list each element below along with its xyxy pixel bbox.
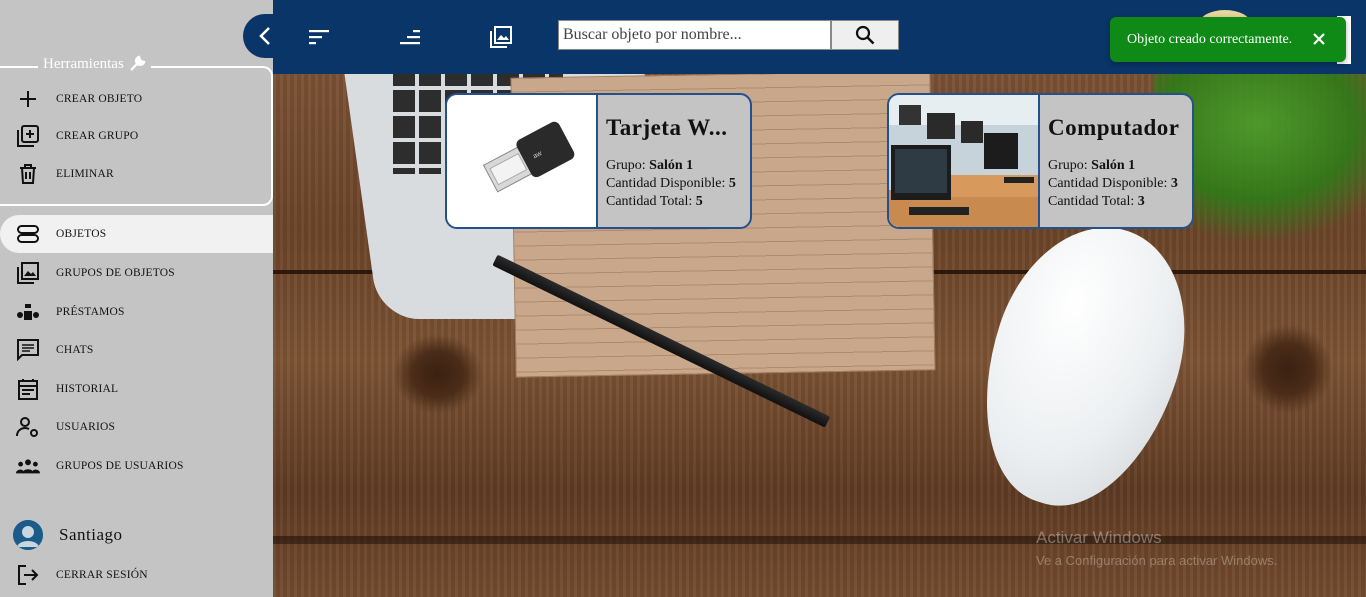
sort-right-icon [400, 30, 420, 45]
logout-button[interactable]: CERRAR SESIÓN [0, 556, 273, 594]
toast-message: Objeto creado correctamente. [1127, 31, 1293, 47]
add-to-library-icon [16, 124, 40, 148]
create-object-label: CREAR OBJETO [56, 93, 143, 105]
avatar[interactable] [13, 520, 43, 550]
create-group-button[interactable]: CREAR GRUPO [0, 117, 273, 155]
groups-icon [16, 454, 40, 478]
sidebar-item-grupos-objetos[interactable]: GRUPOS DE OBJETOS [0, 254, 273, 292]
chat-icon [16, 338, 40, 362]
sidebar-item-chats[interactable]: CHATS [0, 331, 273, 369]
card-image-computer-lab [889, 95, 1040, 227]
sort-right-button[interactable] [395, 22, 425, 52]
mouse-image [951, 202, 1216, 531]
logout-label: CERRAR SESIÓN [56, 569, 148, 581]
sidebar-item-label: USUARIOS [56, 421, 116, 433]
sidebar-item-grupos-usuarios[interactable]: GRUPOS DE USUARIOS [0, 447, 273, 485]
search-icon [855, 25, 875, 45]
user-settings-icon [16, 415, 40, 439]
trash-icon [16, 162, 40, 186]
card-group-row: Grupo: Salón 1 [606, 158, 694, 173]
sidebar-item-historial[interactable]: HISTORIAL [0, 370, 273, 408]
card-group-row: Grupo: Salón 1 [1048, 158, 1136, 173]
sidebar-item-label: OBJETOS [56, 228, 107, 240]
card-available-row: Cantidad Disponible: 5 [606, 176, 736, 191]
success-toast: Objeto creado correctamente. [1110, 17, 1346, 62]
delete-label: ELIMINAR [56, 168, 114, 180]
plus-icon [16, 87, 40, 111]
objects-icon [16, 222, 40, 246]
card-title: Tarjeta W... [606, 115, 728, 140]
delete-button[interactable]: ELIMINAR [0, 155, 273, 193]
loans-icon [16, 300, 40, 324]
object-card[interactable]: aw Tarjeta W... Grupo: Salón 1 Cantidad … [445, 93, 752, 229]
sidebar-item-prestamos[interactable]: PRÉSTAMOS [0, 293, 273, 331]
sidebar-item-usuarios[interactable]: USUARIOS [0, 408, 273, 446]
windows-watermark-subtitle: Ve a Configuración para activar Windows. [1036, 553, 1278, 568]
photo-library-icon [16, 261, 40, 285]
sidebar-item-label: GRUPOS DE USUARIOS [56, 460, 184, 472]
windows-watermark-title: Activar Windows [1036, 528, 1162, 547]
sidebar: Herramientas CREAR OBJETO CREAR GRUPO EL… [0, 0, 273, 597]
sidebar-item-label: PRÉSTAMOS [56, 306, 125, 318]
tools-panel-title: Herramientas [38, 55, 151, 73]
object-card[interactable]: Computador Grupo: Salón 1 Cantidad Dispo… [887, 93, 1194, 229]
sort-icon [309, 30, 329, 45]
card-total-row: Cantidad Total: 3 [1048, 194, 1145, 209]
logout-icon [16, 563, 40, 587]
tools-title-label: Herramientas [43, 55, 124, 72]
calendar-icon [16, 377, 40, 401]
create-object-button[interactable]: CREAR OBJETO [0, 80, 273, 118]
search-button[interactable] [831, 20, 899, 50]
chevron-left-icon [259, 27, 270, 45]
image-gallery-icon [490, 26, 512, 48]
card-total-row: Cantidad Total: 5 [606, 194, 703, 209]
card-image-usb-adapter: aw [447, 95, 598, 227]
background-desk-image: Activar Windows Ve a Configuración para … [273, 74, 1366, 597]
close-icon[interactable] [1309, 29, 1329, 49]
card-title: Computador [1048, 115, 1180, 140]
wrench-icon [129, 55, 146, 71]
collapse-sidebar-button[interactable] [243, 14, 287, 58]
sidebar-item-objetos[interactable]: OBJETOS [0, 215, 273, 253]
sidebar-item-label: GRUPOS DE OBJETOS [56, 267, 175, 279]
search-input[interactable] [558, 20, 831, 50]
sidebar-item-label: HISTORIAL [56, 383, 119, 395]
create-group-label: CREAR GRUPO [56, 130, 139, 142]
card-available-row: Cantidad Disponible: 3 [1048, 176, 1178, 191]
sort-button[interactable] [304, 22, 334, 52]
sidebar-item-label: CHATS [56, 344, 94, 356]
username: Santiago [59, 525, 123, 544]
group-view-button[interactable] [486, 22, 516, 52]
